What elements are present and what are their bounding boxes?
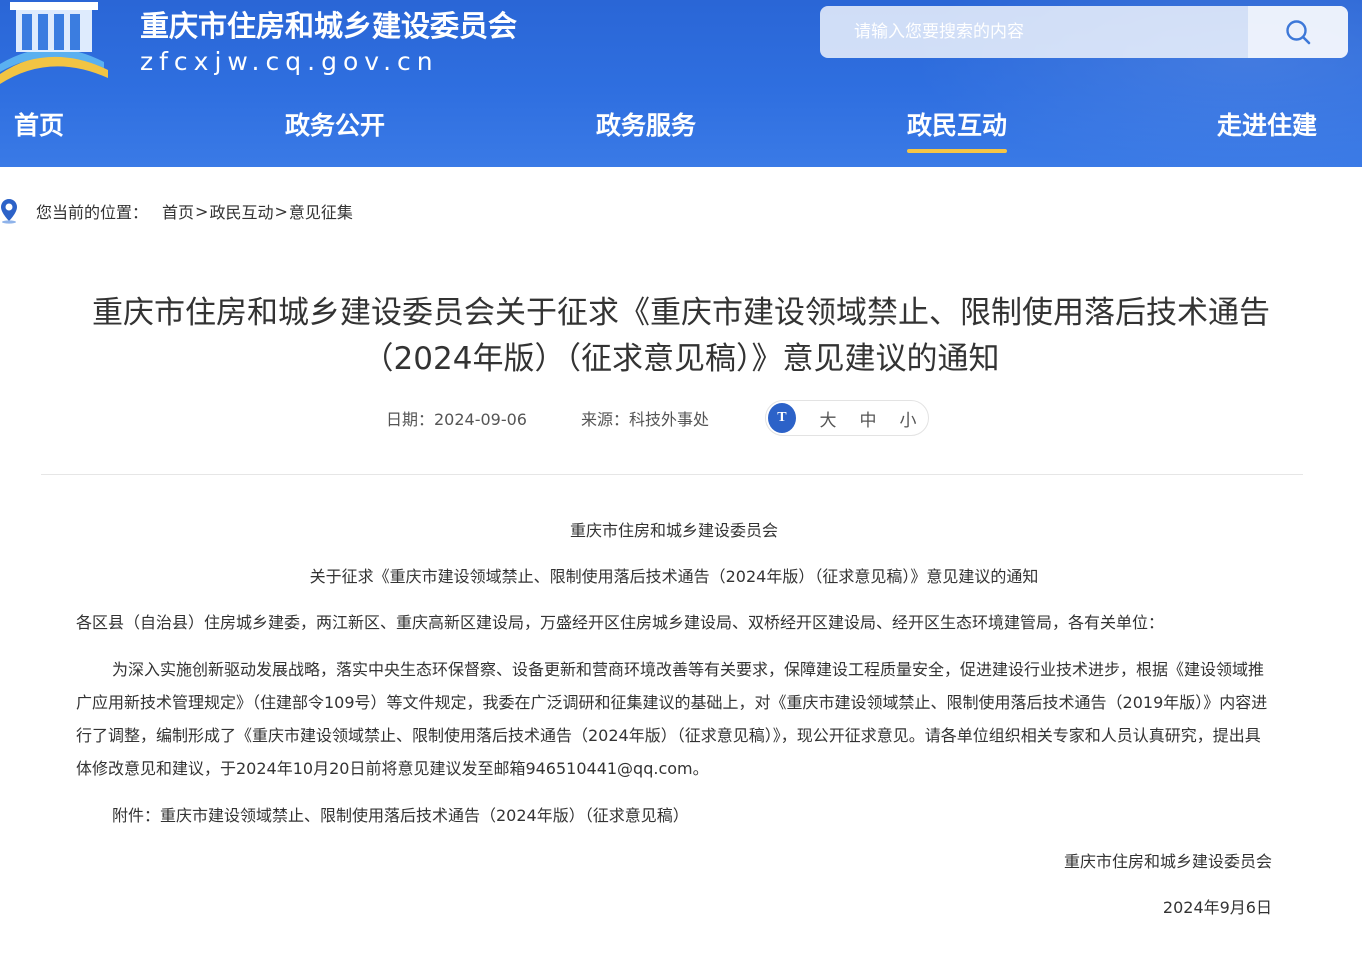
- nav-item-home[interactable]: 首页: [14, 106, 64, 142]
- font-size-small-button[interactable]: 小: [888, 406, 928, 431]
- site-title[interactable]: 重庆市住房和城乡建设委员会: [140, 3, 517, 45]
- body-main-text: 为深入实施创新驱动发展战略，落实中央生态环保督察、设备更新和营商环境改善等有关要…: [76, 660, 1268, 778]
- body-recipients: 各区县（自治县）住房城乡建委，两江新区、重庆高新区建设局，万盛经开区住房城乡建设…: [76, 613, 1165, 632]
- breadcrumb-home-link[interactable]: 首页: [162, 199, 194, 223]
- breadcrumb-separator: >: [274, 201, 288, 221]
- search-button[interactable]: [1248, 6, 1348, 58]
- search-icon: [1286, 20, 1311, 45]
- breadcrumb-interaction-link[interactable]: 政民互动: [209, 199, 273, 223]
- breadcrumb-label: 您当前的位置：: [36, 203, 149, 222]
- search-box: [820, 6, 1348, 58]
- breadcrumb-separator: >: [195, 201, 209, 221]
- building-logo-icon[interactable]: [0, 0, 112, 86]
- breadcrumb-current-link[interactable]: 意见征集: [289, 199, 353, 223]
- content-divider: [41, 474, 1303, 475]
- article-meta: 日期：2024-09-06 来源：科技外事处 T 大 中 小: [386, 400, 930, 436]
- font-size-medium-button[interactable]: 中: [848, 406, 888, 431]
- article-body: 重庆市住房和城乡建设委员会 关于征求《重庆市建设领域禁止、限制使用落后技术通告（…: [76, 515, 1272, 924]
- location-pin-icon: [1, 199, 17, 224]
- body-attachment[interactable]: 附件：重庆市建设领域禁止、限制使用落后技术通告（2024年版）（征求意见稿）: [76, 799, 1272, 832]
- nav-item-interaction[interactable]: 政民互动: [907, 106, 1008, 153]
- body-sign-date: 2024年9月6日: [1162, 898, 1272, 917]
- nav-item-government-affairs[interactable]: 政务公开: [285, 106, 385, 142]
- main-nav: 首页 政务公开 政务服务 政民互动 走进住建: [0, 96, 1362, 167]
- nav-item-government-services[interactable]: 政务服务: [596, 106, 696, 142]
- body-signature: 重庆市住房和城乡建设委员会: [1063, 852, 1272, 871]
- article-source: 来源：科技外事处: [581, 410, 710, 429]
- article-title-line-2: （2024年版）（征求意见稿）》意见建议的通知: [362, 341, 1000, 377]
- article-title-line-1: 重庆市住房和城乡建设委员会关于征求《重庆市建设领域禁止、限制使用落后技术通告: [92, 295, 1270, 331]
- article-date: 日期：2024-09-06: [386, 410, 527, 429]
- nav-item-about[interactable]: 走进住建: [1217, 106, 1317, 142]
- font-size-icon-glyph: T: [777, 410, 787, 425]
- search-input[interactable]: [820, 6, 1248, 58]
- body-issuer: 重庆市住房和城乡建设委员会: [569, 521, 778, 540]
- article-title: 重庆市住房和城乡建设委员会关于征求《重庆市建设领域禁止、限制使用落后技术通告 （…: [20, 290, 1342, 382]
- font-size-large-button[interactable]: 大: [808, 406, 848, 431]
- font-size-switch: T 大 中 小: [765, 400, 930, 436]
- site-domain: zfcxjw.cq.gov.cn: [140, 47, 439, 76]
- body-subject: 关于征求《重庆市建设领域禁止、限制使用落后技术通告（2024年版）（征求意见稿）…: [309, 567, 1039, 586]
- breadcrumb: 您当前的位置： 首页 > 政民互动 > 意见征集: [0, 198, 353, 224]
- font-size-icon: T: [768, 403, 796, 433]
- site-header: 重庆市住房和城乡建设委员会 zfcxjw.cq.gov.cn 首页 政务公开 政…: [0, 0, 1362, 167]
